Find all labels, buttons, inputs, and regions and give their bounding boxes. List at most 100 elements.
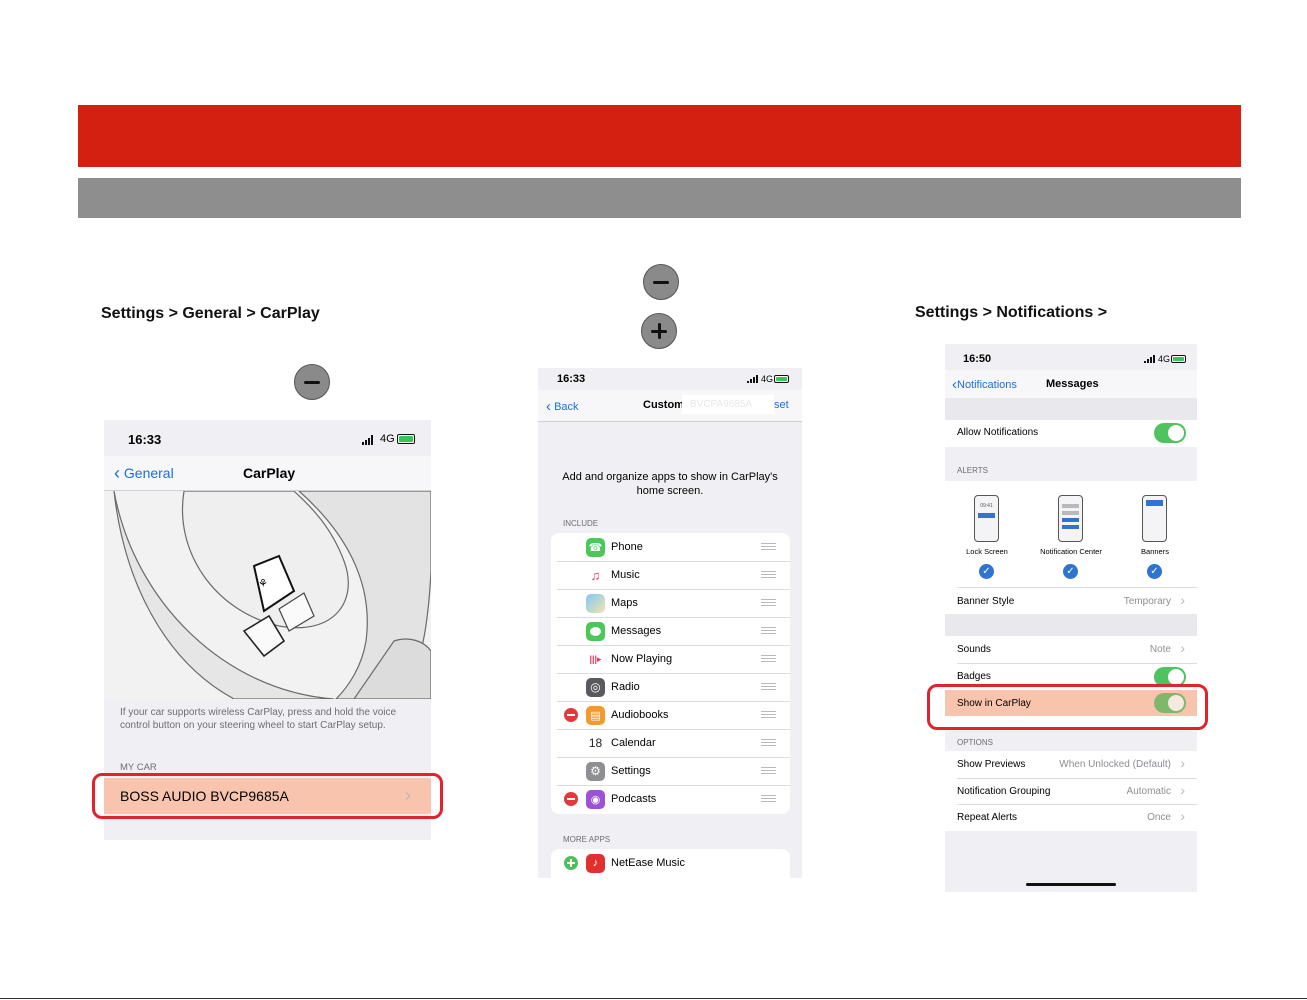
- options-group: Show Previews When Unlocked (Default) › …: [945, 751, 1197, 831]
- phone-icon: ☎: [586, 537, 605, 557]
- status-time: 16:33: [128, 432, 162, 447]
- drag-handle-icon[interactable]: [761, 794, 776, 804]
- repeat-alerts-value[interactable]: Once: [1147, 812, 1171, 823]
- sounds-value[interactable]: Note: [1150, 644, 1171, 655]
- more-apps-list: ♪ NetEase Music: [551, 849, 790, 878]
- notification-center-label: Notification Center: [1040, 547, 1102, 556]
- section-header-options: OPTIONS: [957, 738, 994, 747]
- chevron-right-icon: ›: [1180, 755, 1185, 771]
- notification-grouping-value[interactable]: Automatic: [1127, 786, 1171, 797]
- checkmark-icon[interactable]: ✓: [979, 564, 994, 579]
- bottom-rule: [0, 998, 1307, 999]
- list-item[interactable]: ☎ Phone: [551, 533, 790, 561]
- reset-button[interactable]: set: [774, 399, 789, 411]
- customize-carplay-screenshot: 16:33 4G ‹ Back Custom BVCPA9685A set Ad…: [538, 368, 802, 878]
- nav-title: Custom: [643, 399, 684, 411]
- list-item[interactable]: Maps: [551, 589, 790, 617]
- add-icon[interactable]: [564, 856, 578, 870]
- chevron-right-icon: ›: [1180, 808, 1185, 824]
- signal-icon: [362, 435, 373, 445]
- notification-center-preview-icon: [1058, 495, 1083, 542]
- list-item[interactable]: ◉ Podcasts: [551, 785, 790, 813]
- right-heading: Settings > Notifications >: [915, 304, 1108, 321]
- list-item[interactable]: Messages: [551, 617, 790, 645]
- list-item[interactable]: ▤ Audiobooks: [551, 701, 790, 729]
- minus-button-icon: [643, 264, 679, 300]
- calendar-day: 18: [588, 736, 603, 750]
- home-indicator: [1026, 883, 1116, 886]
- checkmark-icon[interactable]: ✓: [1063, 564, 1078, 579]
- remove-icon[interactable]: [564, 792, 578, 806]
- badges-label: Badges: [957, 671, 991, 682]
- app-name: Radio: [611, 681, 640, 693]
- drag-handle-icon[interactable]: [761, 710, 776, 720]
- back-label: Back: [554, 401, 579, 413]
- battery-icon: [397, 434, 415, 444]
- banners-preview-icon: [1142, 495, 1167, 542]
- back-button[interactable]: ‹ Back: [546, 398, 579, 415]
- app-name: Music: [611, 569, 640, 581]
- drag-handle-icon[interactable]: [761, 654, 776, 664]
- navigation-bar: ‹ Back Custom BVCPA9685A set: [538, 390, 802, 422]
- back-label: Notifications: [957, 379, 1017, 391]
- chevron-left-icon: ‹: [546, 398, 551, 415]
- settings-icon: ⚙: [586, 761, 605, 781]
- messages-notifications-screenshot: 16:50 4G ‹Notifications Messages Allow N…: [945, 344, 1197, 892]
- drag-handle-icon[interactable]: [761, 738, 776, 748]
- steering-wheel-illustration: ⚘: [104, 491, 431, 699]
- highlight-box: [92, 773, 443, 819]
- show-previews-label: Show Previews: [957, 759, 1026, 770]
- redaction-overlay: BVCPA9685A: [682, 395, 774, 414]
- minus-button-icon: [294, 364, 330, 400]
- app-name: Messages: [611, 625, 662, 637]
- plus-button-icon: [641, 313, 677, 349]
- list-item[interactable]: ♫ Music: [551, 561, 790, 589]
- highlight-box: [927, 684, 1208, 730]
- lock-screen-preview-icon: 09:41: [974, 495, 999, 542]
- sounds-label: Sounds: [957, 644, 991, 655]
- row-separator: [957, 804, 1197, 805]
- drag-handle-icon[interactable]: [761, 542, 776, 552]
- banner-style-value[interactable]: Temporary: [1124, 596, 1171, 607]
- row-separator: [957, 778, 1197, 779]
- battery-icon: [1171, 355, 1186, 363]
- wireless-description: If your car supports wireless CarPlay, p…: [120, 707, 397, 731]
- network-label: 4G: [761, 374, 774, 384]
- drag-handle-icon[interactable]: [761, 626, 776, 636]
- drag-handle-icon[interactable]: [761, 598, 776, 608]
- remove-icon[interactable]: [564, 708, 578, 722]
- list-item[interactable]: ⚙ Settings: [551, 757, 790, 785]
- app-name: Audiobooks: [611, 709, 669, 721]
- back-button[interactable]: ‹ General: [114, 463, 174, 484]
- drag-handle-icon[interactable]: [761, 766, 776, 776]
- allow-notifications-toggle[interactable]: [1154, 423, 1186, 443]
- drag-handle-icon[interactable]: [761, 682, 776, 692]
- notification-grouping-label: Notification Grouping: [957, 786, 1051, 797]
- maps-icon: [586, 593, 605, 613]
- show-previews-value[interactable]: When Unlocked (Default): [1059, 759, 1171, 770]
- list-item[interactable]: ♪ NetEase Music: [551, 849, 790, 877]
- signal-icon: [1144, 355, 1155, 363]
- chevron-left-icon: ‹: [114, 463, 120, 483]
- list-item[interactable]: ◎ Radio: [551, 673, 790, 701]
- app-name: Podcasts: [611, 793, 657, 805]
- app-name: NetEase Music: [611, 857, 685, 869]
- nav-title: CarPlay: [243, 465, 296, 481]
- section-header-more-apps: MORE APPS: [563, 835, 611, 844]
- section-header-alerts: ALERTS: [957, 466, 988, 475]
- calendar-icon: 18: [586, 733, 605, 753]
- banner-style-label: Banner Style: [957, 596, 1015, 607]
- navigation-bar: ‹Notifications Messages: [945, 370, 1197, 400]
- list-item[interactable]: 18 Calendar: [551, 729, 790, 757]
- left-heading: Settings > General > CarPlay: [101, 305, 320, 322]
- radio-icon: ◎: [586, 677, 605, 697]
- messages-icon: [586, 621, 605, 641]
- section-header-include: INCLUDE: [563, 519, 599, 528]
- app-name: Phone: [611, 541, 643, 553]
- checkmark-icon[interactable]: ✓: [1147, 564, 1162, 579]
- back-button[interactable]: ‹Notifications: [952, 376, 1017, 393]
- chevron-right-icon: ›: [1180, 640, 1185, 656]
- list-item[interactable]: |||▸ Now Playing: [551, 645, 790, 673]
- status-time: 16:50: [963, 353, 992, 365]
- drag-handle-icon[interactable]: [761, 570, 776, 580]
